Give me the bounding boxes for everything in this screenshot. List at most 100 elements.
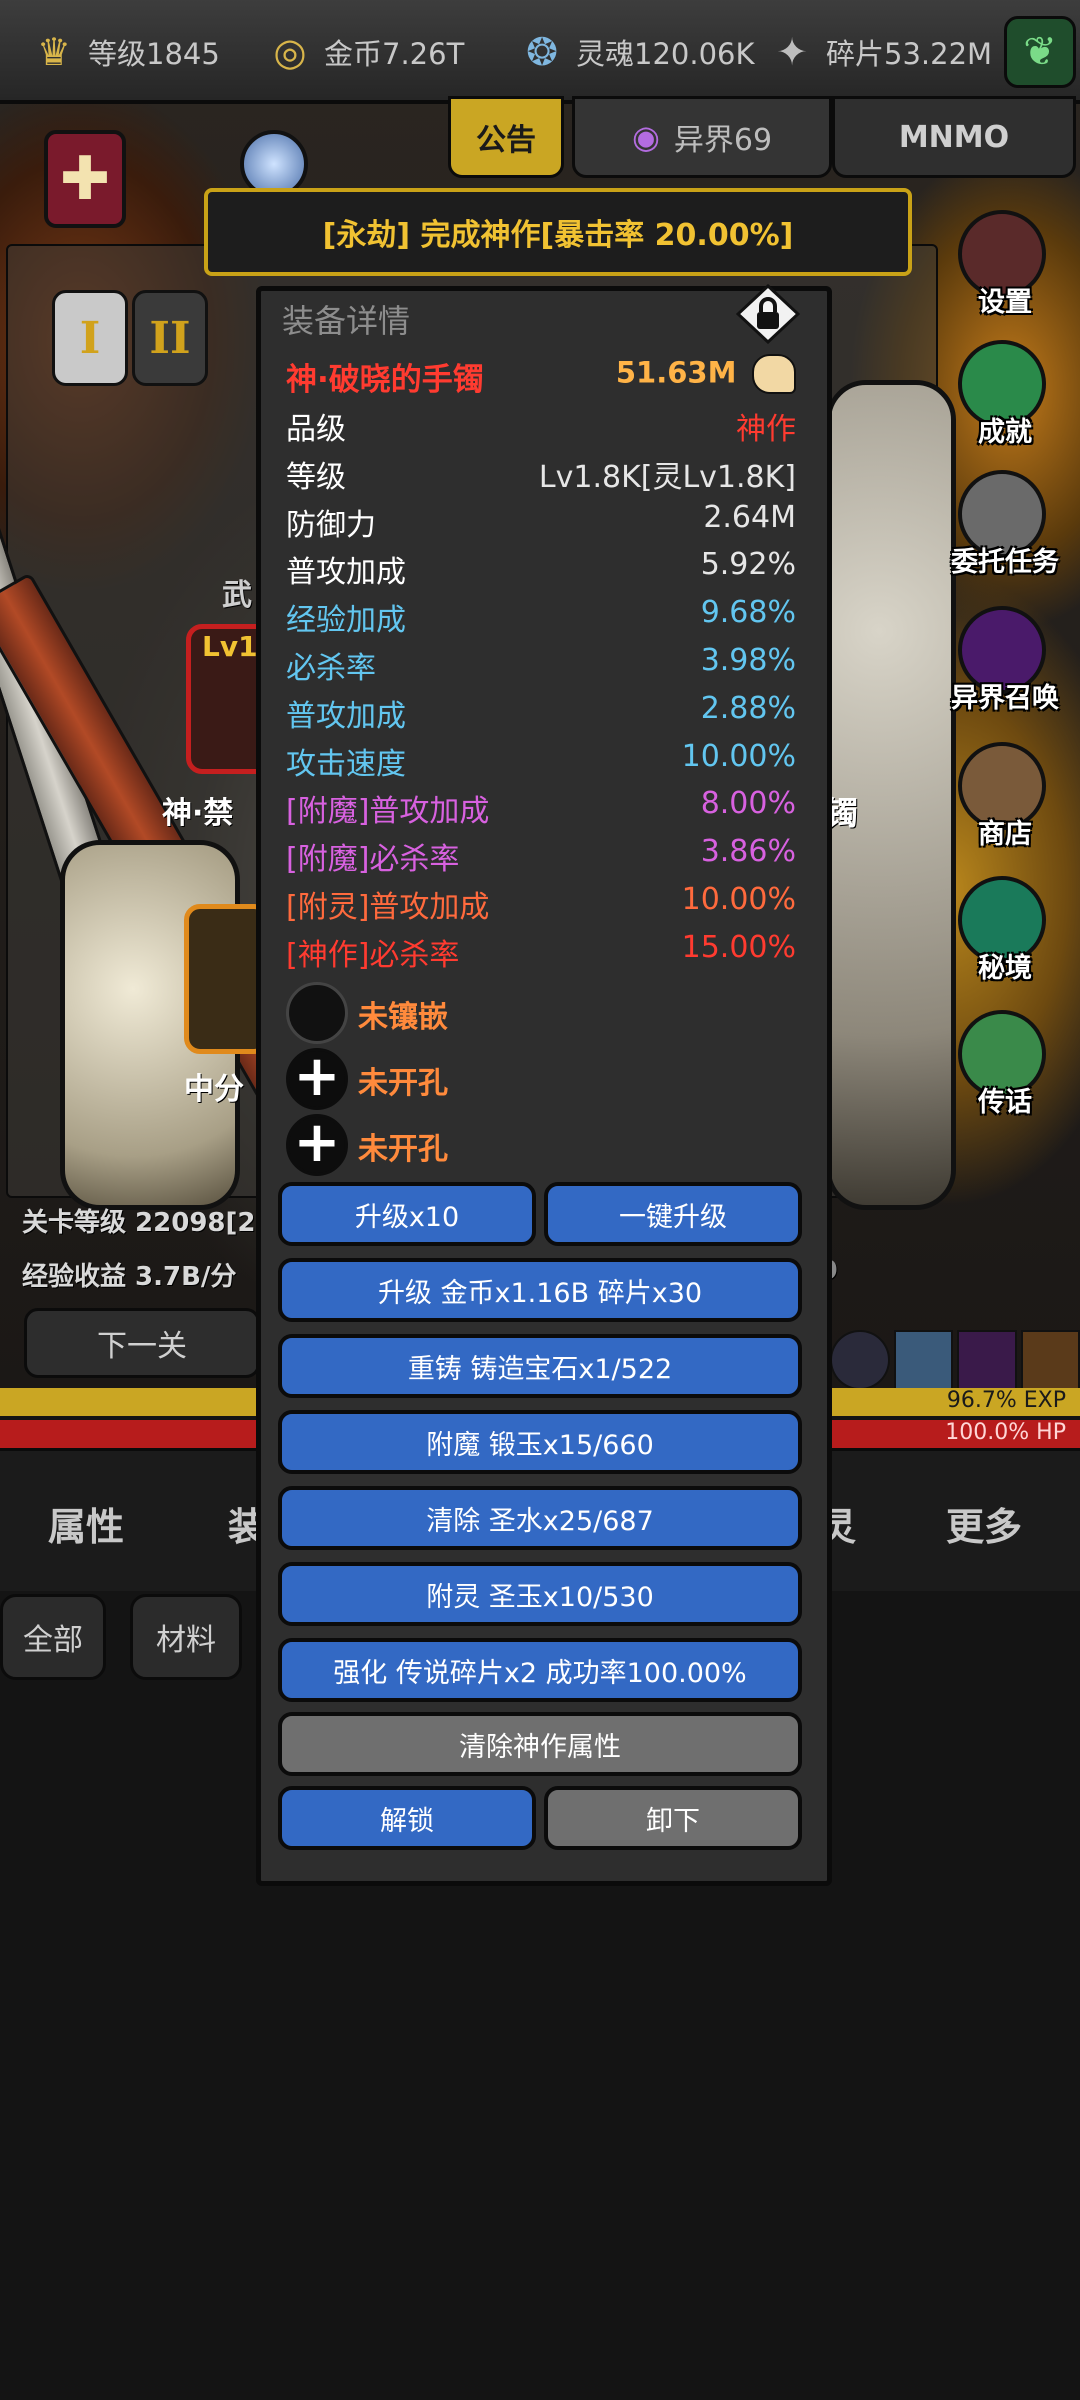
stat-value: 神作 — [736, 412, 796, 447]
stat-value: Lv1.8K[灵Lv1.8K] — [538, 460, 796, 495]
cross-emblem-icon: ✚ — [44, 130, 126, 228]
stat-row: 防御力 2.64M — [286, 500, 796, 546]
nav-attributes[interactable]: 属性 — [48, 1496, 124, 1551]
stat-name: 经验加成 — [286, 603, 406, 638]
tab-notice[interactable]: 公告 — [448, 96, 564, 178]
item-name: 神·破晓的手镯 — [286, 362, 484, 398]
vortex-icon: ◉ — [631, 118, 660, 156]
stat-value: 9.68% — [700, 595, 796, 630]
weapon-level-partial: Lv1 — [202, 630, 258, 663]
stat-row: [附灵]普攻加成 10.00% — [286, 882, 796, 928]
stat-name: 必杀率 — [286, 651, 376, 686]
flame-icon — [1020, 1330, 1080, 1390]
socket-plus-icon[interactable]: + — [286, 1114, 348, 1176]
tab-other-world-label: 异界69 — [673, 123, 773, 158]
exp-income-text: 经验收益 3.7B/分 — [22, 1262, 237, 1292]
tab-set-one[interactable]: I — [52, 290, 128, 386]
clear-artifact-attr-button[interactable]: 清除神作属性 — [278, 1712, 802, 1776]
announcement-banner: [永劫] 完成神作[暴击率 20.00%] — [204, 188, 912, 276]
next-stage-button[interactable]: 下一关 — [24, 1308, 260, 1378]
stat-name: 防御力 — [286, 508, 376, 543]
soul-icon: ❂ — [526, 30, 558, 74]
filter-materials-button[interactable]: 材料 — [130, 1594, 242, 1680]
stat-value: 3.98% — [700, 643, 796, 678]
stat-value: 15.00% — [681, 930, 796, 965]
stat-row: 普攻加成 5.92% — [286, 547, 796, 593]
stat-value: 2.88% — [700, 691, 796, 726]
stat-value: 10.00% — [681, 739, 796, 774]
crown-icon: ♛ — [36, 30, 72, 74]
stat-row: 攻击速度 10.00% — [286, 739, 796, 785]
clear-button[interactable]: 清除 圣水x25/687 — [278, 1486, 802, 1550]
item-power: 51.63M — [616, 354, 796, 394]
leaf-menu-button[interactable]: ❦ — [1004, 16, 1076, 88]
side-achievements[interactable]: 成就 — [930, 340, 1080, 460]
shard-icon: ✦ — [776, 30, 808, 74]
side-settings[interactable]: 设置 — [930, 210, 1080, 330]
stat-name: 等级 — [286, 460, 346, 495]
exp-percent-text: 96.7% EXP — [946, 1388, 1066, 1413]
stat-name: [附魔]普攻加成 — [286, 794, 490, 829]
filter-all-button[interactable]: 全部 — [0, 1594, 106, 1680]
stat-row: 普攻加成 2.88% — [286, 691, 796, 737]
resource-soul-label: 灵魂120.06K — [576, 37, 755, 71]
dark-orb-icon — [830, 1330, 890, 1390]
stat-name: 攻击速度 — [286, 747, 406, 782]
side-shop-label: 商店 — [978, 819, 1032, 850]
upgrade-cost-button[interactable]: 升级 金币x1.16B 碎片x30 — [278, 1258, 802, 1322]
item-icon-strip — [830, 1330, 1080, 1390]
side-secret-realm[interactable]: 秘境 — [930, 876, 1080, 996]
side-summon[interactable]: 异界召唤 — [930, 606, 1080, 726]
armor-name-partial: 中分 — [184, 1072, 244, 1107]
resource-gold: ◎ 金币7.26T — [264, 20, 464, 84]
stat-row: [附魔]必杀率 3.86% — [286, 834, 796, 880]
stat-value: 3.86% — [700, 834, 796, 869]
stat-name: [神作]必杀率 — [286, 938, 460, 973]
side-commission-label: 委托任务 — [951, 547, 1059, 578]
hp-percent-text: 100.0% HP — [945, 1420, 1066, 1445]
socket-empty-slot[interactable] — [286, 982, 348, 1044]
gold-coin-icon: ◎ — [273, 30, 307, 74]
socket-3-label: 未开孔 — [358, 1132, 448, 1167]
enchant-button[interactable]: 附魔 锻玉x15/660 — [278, 1410, 802, 1474]
stat-value: 10.00% — [681, 882, 796, 917]
side-summon-label: 异界召唤 — [951, 683, 1059, 714]
tab-mnmo[interactable]: MNMO — [832, 96, 1076, 178]
item-name-row: 神·破晓的手镯 51.63M — [286, 354, 796, 400]
stage-level-text: 关卡等级 22098[2 — [22, 1208, 256, 1238]
spirit-attach-button[interactable]: 附灵 圣玉x10/530 — [278, 1562, 802, 1626]
stat-row: [神作]必杀率 15.00% — [286, 930, 796, 976]
resource-level-label: 等级1845 — [88, 37, 220, 71]
side-message[interactable]: 传话 — [930, 1010, 1080, 1130]
stat-value: 2.64M — [703, 500, 796, 535]
side-message-label: 传话 — [978, 1087, 1032, 1118]
strengthen-button[interactable]: 强化 传说碎片x2 成功率100.00% — [278, 1638, 802, 1702]
stat-row: [附魔]普攻加成 8.00% — [286, 786, 796, 832]
tab-set-two[interactable]: II — [132, 290, 208, 386]
unequip-button[interactable]: 卸下 — [544, 1786, 802, 1850]
recast-button[interactable]: 重铸 铸造宝石x1/522 — [278, 1334, 802, 1398]
stat-name: 普攻加成 — [286, 699, 406, 734]
stat-row: 等级 Lv1.8K[灵Lv1.8K] — [286, 452, 796, 498]
tab-other-world[interactable]: ◉ 异界69 — [572, 96, 832, 178]
nav-more[interactable]: 更多 — [946, 1496, 1022, 1551]
upgrade-x10-button[interactable]: 升级x10 — [278, 1182, 536, 1246]
resource-shard: ✦ 碎片53.22M — [766, 20, 992, 84]
stat-row: 经验加成 9.68% — [286, 595, 796, 641]
stat-row: 品级 神作 — [286, 404, 796, 450]
resource-gold-label: 金币7.26T — [324, 37, 465, 71]
side-commission[interactable]: 委托任务 — [930, 470, 1080, 590]
item-power-value: 51.63M — [615, 355, 737, 390]
ice-crystal-icon — [893, 1330, 953, 1390]
side-achievements-label: 成就 — [978, 417, 1032, 448]
stat-name: 普攻加成 — [286, 555, 406, 590]
socket-plus-icon[interactable]: + — [286, 1048, 348, 1110]
lock-icon[interactable] — [735, 283, 801, 345]
resource-shard-label: 碎片53.22M — [826, 37, 993, 71]
unlock-button[interactable]: 解锁 — [278, 1786, 536, 1850]
one-key-upgrade-button[interactable]: 一键升级 — [544, 1182, 802, 1246]
stat-name: [附魔]必杀率 — [286, 842, 460, 877]
strength-arm-icon — [752, 354, 796, 394]
side-shop[interactable]: 商店 — [930, 742, 1080, 862]
stat-name: 品级 — [286, 412, 346, 447]
